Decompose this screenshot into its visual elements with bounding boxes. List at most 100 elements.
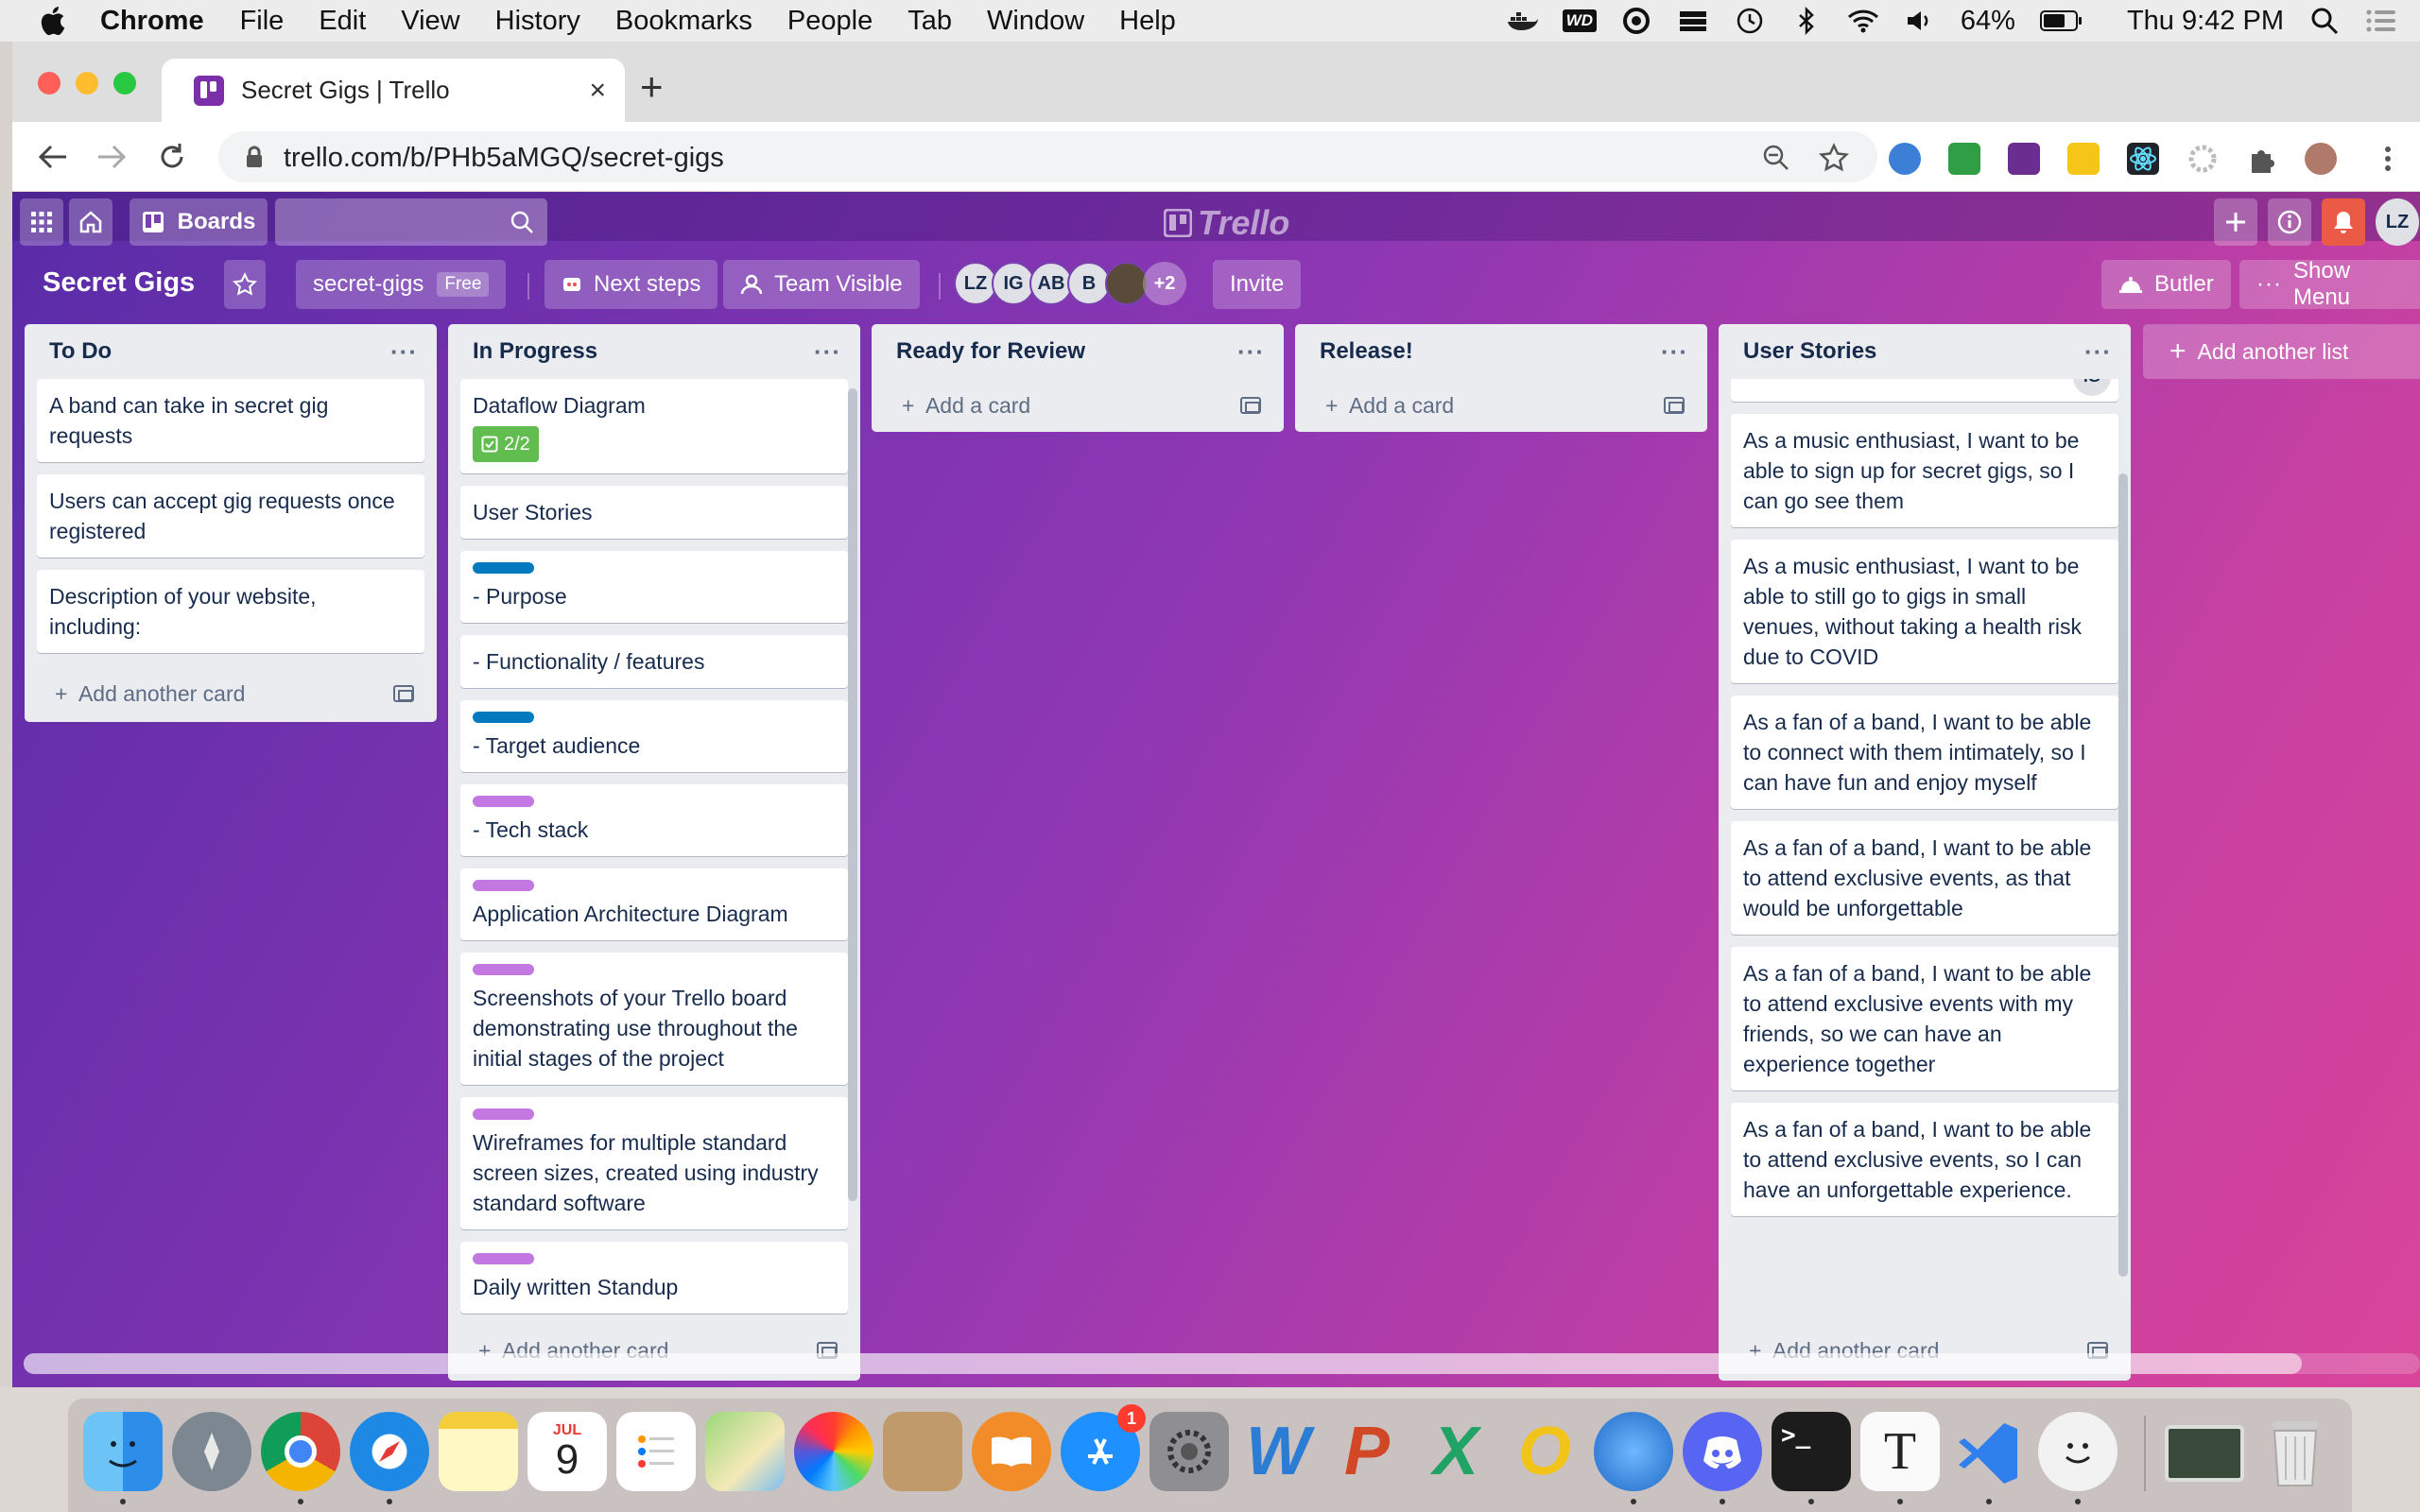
menu-tab[interactable]: Tab — [908, 6, 952, 37]
stacks-icon[interactable] — [1677, 8, 1709, 34]
card[interactable]: As a fan of a band, I want to be able to… — [1731, 821, 2118, 935]
card[interactable]: Application Architecture Diagram — [460, 868, 848, 940]
info-button[interactable] — [2268, 198, 2311, 246]
card[interactable]: - Target audience — [460, 700, 848, 772]
create-button[interactable] — [2214, 198, 2257, 246]
finder-icon[interactable] — [83, 1412, 163, 1491]
menu-help[interactable]: Help — [1119, 6, 1176, 37]
creative-cloud-icon[interactable] — [1620, 8, 1652, 34]
chrome-menu-icon[interactable] — [2372, 143, 2404, 175]
card[interactable]: As a fan of a band, I want to be able to… — [1731, 947, 2118, 1091]
extension-1password-icon[interactable] — [1889, 143, 1921, 175]
lock-icon[interactable] — [245, 146, 264, 168]
list-header[interactable]: In Progress ··· — [448, 324, 860, 379]
menu-history[interactable]: History — [495, 6, 580, 37]
card[interactable]: Screenshots of your Trello board demonst… — [460, 953, 848, 1085]
back-button[interactable] — [35, 139, 71, 175]
team-button[interactable]: secret-gigs Free — [296, 260, 507, 309]
card-label-purple[interactable] — [473, 964, 534, 975]
list-title[interactable]: To Do — [49, 338, 112, 365]
card-label-purple[interactable] — [473, 1253, 534, 1264]
card-label-purple[interactable] — [473, 880, 534, 891]
card-label-purple[interactable] — [473, 1108, 534, 1120]
list-menu-icon[interactable]: ··· — [814, 337, 841, 367]
books-icon[interactable] — [972, 1412, 1051, 1491]
calendar-icon[interactable]: JUL 9 — [527, 1412, 607, 1491]
photos-icon[interactable] — [794, 1412, 873, 1491]
list-scrollbar[interactable] — [848, 388, 857, 1201]
profile-avatar[interactable] — [2305, 143, 2337, 175]
browser-tab[interactable]: Secret Gigs | Trello × — [162, 59, 625, 122]
card-label-blue[interactable] — [473, 712, 534, 723]
word-icon[interactable]: W — [1238, 1412, 1318, 1491]
apps-switcher-button[interactable] — [20, 198, 63, 246]
card[interactable]: - Functionality / features — [460, 635, 848, 688]
list-header[interactable]: To Do ··· — [25, 324, 437, 379]
add-card-button[interactable]: + Add a card — [902, 393, 1030, 419]
list-title[interactable]: Release! — [1320, 338, 1413, 365]
card-label-purple[interactable] — [473, 796, 534, 807]
chrome-icon[interactable] — [261, 1412, 340, 1491]
spotlight-search-icon[interactable] — [2308, 8, 2341, 35]
excel-icon[interactable]: X — [1416, 1412, 1495, 1491]
card[interactable]: Users can accept gig requests once regis… — [37, 474, 424, 558]
notes-icon[interactable] — [439, 1412, 518, 1491]
extensions-puzzle-icon[interactable] — [2246, 143, 2278, 175]
wd-drive-icon[interactable]: WD — [1562, 8, 1598, 34]
list-title[interactable]: Ready for Review — [896, 338, 1085, 365]
discord-icon[interactable] — [1683, 1412, 1762, 1491]
trash-icon[interactable] — [2256, 1412, 2335, 1491]
invite-button[interactable]: Invite — [1213, 260, 1302, 309]
list-title[interactable]: User Stories — [1743, 338, 1876, 365]
zoom-window-button[interactable] — [113, 72, 136, 94]
app-store-icon[interactable]: 1 — [1061, 1404, 1146, 1491]
terminal-icon[interactable]: >_ — [1772, 1412, 1851, 1491]
system-preferences-icon[interactable] — [1150, 1412, 1229, 1491]
notification-center-icon[interactable] — [2365, 8, 2397, 34]
card-partial[interactable]: IG — [1731, 379, 2118, 402]
board-horizontal-scrollbar[interactable] — [24, 1353, 2420, 1374]
typora-icon[interactable]: T — [1860, 1412, 1940, 1491]
board-search-input[interactable] — [275, 198, 547, 246]
apple-menu-icon[interactable] — [38, 5, 66, 37]
card[interactable]: As a fan of a band, I want to be able to… — [1731, 1103, 2118, 1216]
zoom-out-icon[interactable] — [1762, 144, 1790, 172]
card[interactable]: - Tech stack — [460, 784, 848, 856]
clock[interactable]: Thu 9:42 PM — [2127, 6, 2284, 37]
notifications-button[interactable] — [2322, 198, 2365, 246]
vscode-icon[interactable] — [1949, 1412, 2029, 1491]
new-tab-button[interactable]: + — [640, 64, 664, 110]
card[interactable]: User Stories — [460, 486, 848, 539]
card-member-avatar[interactable]: IG — [2073, 379, 2111, 396]
list-header[interactable]: User Stories ··· — [1719, 324, 2131, 379]
card[interactable]: Description of your website, including: — [37, 570, 424, 653]
add-card-button[interactable]: + Add another card — [55, 681, 245, 707]
add-list-button[interactable]: + Add another list — [2143, 324, 2420, 379]
more-members-badge[interactable]: +2 — [1143, 262, 1186, 305]
card[interactable]: As a music enthusiast, I want to be able… — [1731, 540, 2118, 683]
extension-dots-icon[interactable] — [2067, 143, 2100, 175]
screenshot-preview-icon[interactable] — [2165, 1425, 2244, 1482]
safari-icon[interactable] — [350, 1412, 429, 1491]
reload-button[interactable] — [154, 139, 190, 175]
extension-html-validator-icon[interactable] — [1948, 143, 1980, 175]
list-menu-icon[interactable]: ··· — [2084, 337, 2112, 367]
smiley-app-icon[interactable] — [2038, 1412, 2118, 1491]
extension-react-devtools-icon[interactable] — [2127, 143, 2159, 175]
show-menu-button[interactable]: ··· Show Menu — [2239, 258, 2420, 310]
docker-icon[interactable] — [1507, 8, 1539, 34]
forward-button[interactable] — [94, 139, 130, 175]
list-scrollbar[interactable] — [2118, 473, 2128, 1277]
board-title[interactable]: Secret Gigs — [43, 267, 195, 299]
menu-view[interactable]: View — [401, 6, 459, 37]
bluetooth-icon[interactable] — [1790, 7, 1823, 35]
card[interactable]: Wireframes for multiple standard screen … — [460, 1097, 848, 1229]
butler-button[interactable]: Butler — [2101, 260, 2231, 309]
card[interactable]: A band can take in secret gig requests — [37, 379, 424, 462]
card[interactable]: - Purpose — [460, 551, 848, 623]
card-template-icon[interactable] — [1240, 397, 1261, 414]
list-menu-icon[interactable]: ··· — [1237, 337, 1265, 367]
extension-todoist-icon[interactable] — [2008, 143, 2040, 175]
menu-window[interactable]: Window — [987, 6, 1084, 37]
list-menu-icon[interactable]: ··· — [390, 337, 418, 367]
